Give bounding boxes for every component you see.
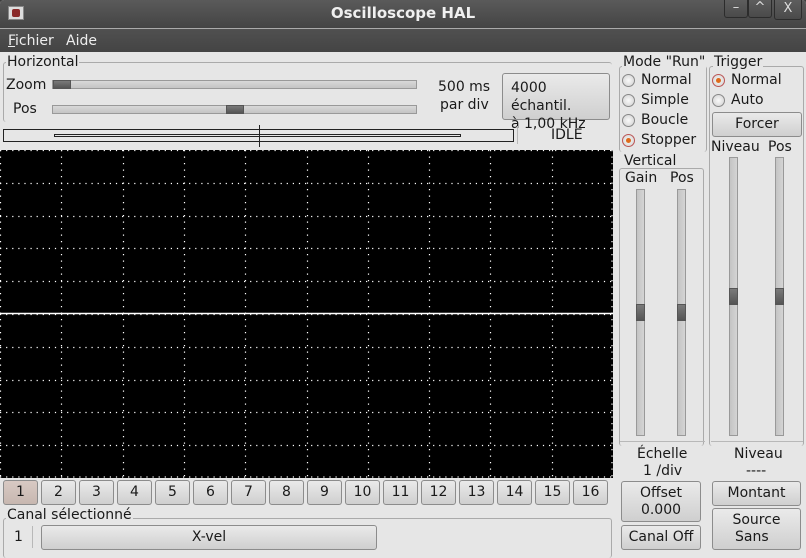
- run-mode-simple-radio[interactable]: [622, 94, 635, 107]
- channel-button-16[interactable]: 16: [573, 480, 608, 505]
- trigger-edge-button[interactable]: Montant: [712, 481, 801, 506]
- run-mode-boucle-radio[interactable]: [622, 114, 635, 127]
- close-icon: X: [783, 1, 793, 16]
- scope-display[interactable]: [0, 150, 613, 478]
- trigger-title: Trigger: [713, 54, 764, 70]
- offset-value: 0.000: [640, 502, 682, 518]
- timebase-value: 500 ms: [438, 79, 491, 95]
- horizontal-pos-slider-thumb[interactable]: [226, 105, 244, 114]
- channel-button-2[interactable]: 2: [41, 480, 76, 505]
- trigger-auto-radio[interactable]: [712, 94, 725, 107]
- trigger-source-value: Sans: [735, 529, 769, 545]
- gain-label: Gain: [625, 170, 658, 186]
- trigger-source-button[interactable]: Source Sans: [712, 508, 801, 550]
- trigger-source-title: Source: [732, 512, 781, 528]
- channel-button-4[interactable]: 4: [117, 480, 152, 505]
- channel-button-8[interactable]: 8: [269, 480, 304, 505]
- title-bar: Oscilloscope HAL – ^ X: [0, 0, 806, 28]
- channel-button-13[interactable]: 13: [459, 480, 494, 505]
- channel-button-12[interactable]: 12: [421, 480, 456, 505]
- trigger-level-title: Niveau: [734, 446, 783, 462]
- timebase-unit: par div: [440, 97, 489, 113]
- channel-button-6[interactable]: 6: [193, 480, 228, 505]
- scale-readout: 1 /div: [643, 463, 683, 479]
- gain-slider[interactable]: [636, 189, 645, 436]
- offset-title: Offset: [639, 485, 683, 501]
- vertical-title: Vertical: [623, 153, 678, 169]
- status-separator: [517, 126, 518, 144]
- minimize-button[interactable]: –: [724, 0, 748, 18]
- channel-button-11[interactable]: 11: [383, 480, 418, 505]
- run-status: IDLE: [551, 127, 583, 143]
- run-mode-normal-label[interactable]: Normal: [641, 72, 692, 88]
- minimize-icon: –: [732, 0, 740, 15]
- selected-channel-title: Canal sélectionné: [6, 507, 133, 523]
- trigger-pos-label: Pos: [768, 139, 792, 155]
- oscilloscope-window: Oscilloscope HAL – ^ X Fichier Aide Hori…: [0, 0, 806, 558]
- zoom-label: Zoom: [6, 77, 47, 93]
- vertical-pos-slider[interactable]: [677, 189, 686, 436]
- selected-channel-number: 1: [14, 529, 23, 545]
- channel-button-14[interactable]: 14: [497, 480, 532, 505]
- run-mode-title: Mode "Run": [622, 54, 707, 70]
- run-mode-stopper-radio[interactable]: [622, 134, 635, 147]
- zoom-slider-thumb[interactable]: [53, 80, 71, 89]
- gain-slider-thumb[interactable]: [636, 304, 645, 321]
- maximize-button[interactable]: ^: [748, 0, 772, 18]
- window-title: Oscilloscope HAL: [330, 4, 476, 22]
- pos-label: Pos: [13, 101, 37, 117]
- horizontal-pos-slider[interactable]: [52, 105, 417, 114]
- run-mode-boucle-label[interactable]: Boucle: [641, 112, 688, 128]
- trigger-level-label: Niveau: [711, 139, 760, 155]
- run-mode-simple-label[interactable]: Simple: [641, 92, 689, 108]
- trigger-level-readout: ----: [746, 463, 767, 479]
- zoom-slider[interactable]: [52, 80, 417, 89]
- trigger-separator: [711, 441, 803, 442]
- offset-button[interactable]: Offset 0.000: [621, 481, 701, 522]
- close-button[interactable]: X: [774, 0, 802, 20]
- channel-button-3[interactable]: 3: [79, 480, 114, 505]
- maximize-icon: ^: [754, 0, 766, 15]
- vertical-separator: [620, 441, 705, 442]
- record-cursor: [259, 125, 260, 147]
- trigger-normal-label[interactable]: Normal: [731, 72, 782, 88]
- menu-fichier-label: ichier: [15, 33, 54, 49]
- channel-button-1[interactable]: 1: [3, 480, 38, 505]
- sample-count: 4000 échantil.: [511, 80, 572, 114]
- vertical-pos-label: Pos: [670, 170, 694, 186]
- menu-aide[interactable]: Aide: [66, 33, 97, 49]
- vertical-frame: [619, 168, 704, 446]
- channel-button-9[interactable]: 9: [307, 480, 342, 505]
- force-trigger-button[interactable]: Forcer: [712, 112, 802, 137]
- channel-button-15[interactable]: 15: [535, 480, 570, 505]
- channel-button-5[interactable]: 5: [155, 480, 190, 505]
- horizontal-title: Horizontal: [6, 54, 80, 70]
- channel-button-10[interactable]: 10: [345, 480, 380, 505]
- record-window-indicator: [54, 134, 461, 137]
- menu-fichier[interactable]: Fichier: [8, 33, 54, 49]
- run-mode-stopper-label[interactable]: Stopper: [641, 132, 696, 148]
- trigger-level-slider[interactable]: [729, 157, 738, 436]
- scale-title: Échelle: [637, 446, 688, 462]
- channel-off-button[interactable]: Canal Off: [621, 525, 701, 550]
- trigger-pos-slider[interactable]: [775, 157, 784, 436]
- run-mode-normal-radio[interactable]: [622, 74, 635, 87]
- trigger-pos-slider-thumb[interactable]: [775, 288, 784, 305]
- selected-channel-separator: [32, 526, 33, 548]
- trigger-auto-label[interactable]: Auto: [731, 92, 764, 108]
- vertical-pos-slider-thumb[interactable]: [677, 304, 686, 321]
- trigger-level-slider-thumb[interactable]: [729, 288, 738, 305]
- menu-fichier-mnemonic: F: [8, 33, 16, 49]
- channel-button-7[interactable]: 7: [231, 480, 266, 505]
- trigger-normal-radio[interactable]: [712, 74, 725, 87]
- channel-signal-button[interactable]: X-vel: [41, 525, 377, 550]
- sample-rate-button[interactable]: 4000 échantil. à 1,00 kHz: [502, 73, 610, 132]
- menu-bar: Fichier Aide: [0, 28, 806, 52]
